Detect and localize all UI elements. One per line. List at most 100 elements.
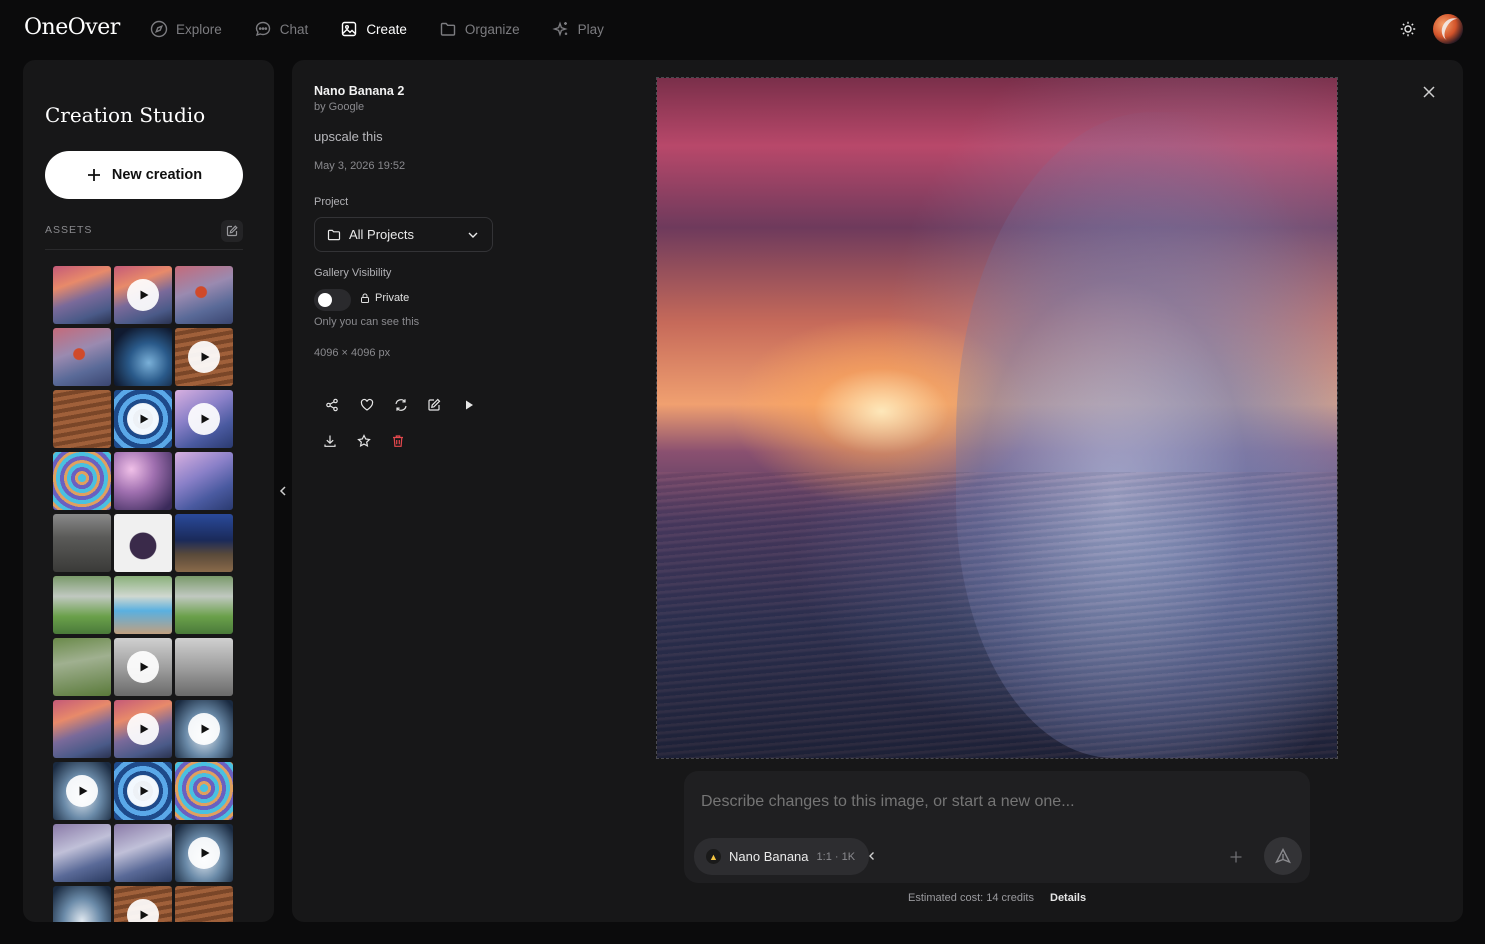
nav-label: Create [366,21,407,37]
avatar[interactable] [1433,14,1463,44]
send-icon [1274,847,1292,865]
edit-icon [226,225,238,237]
banana-icon: ▲ [706,849,721,864]
asset-thumbnail[interactable] [53,390,111,448]
prompt-input[interactable] [701,793,1261,811]
asset-thumbnail[interactable] [53,638,111,696]
asset-thumbnail[interactable] [175,328,233,386]
asset-thumbnail[interactable] [114,452,172,510]
edit-assets-button[interactable] [221,220,243,242]
play-icon [127,403,159,435]
folder-icon [327,228,341,242]
folder-icon [439,20,457,38]
nav-explore[interactable]: Explore [150,20,222,38]
project-select[interactable]: All Projects [314,217,493,252]
download-icon[interactable] [323,434,339,450]
asset-thumbnail[interactable] [53,266,111,324]
asset-thumbnail[interactable] [53,514,111,572]
send-button[interactable] [1264,837,1302,875]
visibility-toggle[interactable] [314,289,351,311]
trash-icon[interactable] [391,434,407,450]
nav-play[interactable]: Play [551,20,604,38]
chevron-left-icon[interactable] [867,850,877,862]
asset-thumbnail[interactable] [114,762,172,820]
creation-sidebar: Creation Studio New creation ASSETS [23,60,274,922]
heart-icon[interactable] [360,398,376,414]
sun-icon[interactable] [1399,20,1417,38]
play-icon [127,651,159,683]
asset-thumbnail[interactable] [114,638,172,696]
generated-image[interactable] [656,77,1338,759]
model-selector-label: Nano Banana [729,849,809,864]
play-icon [188,837,220,869]
model-settings: 1:1 · 1K [816,850,856,863]
new-creation-label: New creation [111,167,203,183]
new-creation-button[interactable]: New creation [45,151,243,199]
asset-thumbnail[interactable] [53,824,111,882]
wave-sunset-image [657,78,1337,758]
nav-create[interactable]: Create [340,20,407,38]
close-button[interactable] [1421,84,1437,100]
asset-thumbnail[interactable] [114,886,172,922]
chevron-down-icon [466,228,480,242]
asset-thumbnail[interactable] [114,824,172,882]
asset-thumbnail[interactable] [175,514,233,572]
asset-thumbnail[interactable] [175,576,233,634]
share-icon[interactable] [325,398,341,414]
visibility-label: Gallery Visibility [314,267,392,279]
asset-thumbnail[interactable] [114,328,172,386]
model-selector[interactable]: ▲ Nano Banana 1:1 · 1K [694,838,870,875]
asset-thumbnail[interactable] [114,390,172,448]
asset-thumbnail[interactable] [114,514,172,572]
plus-icon [1229,850,1243,864]
asset-thumbnail[interactable] [175,638,233,696]
asset-thumbnail[interactable] [53,452,111,510]
chevron-left-icon [278,484,288,498]
play-icon [127,775,159,807]
add-attachment-button[interactable] [1229,850,1243,864]
edit-icon[interactable] [427,398,443,414]
play-icon [188,713,220,745]
nav-label: Play [577,21,604,37]
asset-thumbnail[interactable] [114,266,172,324]
asset-thumbnail[interactable] [175,266,233,324]
asset-grid [53,266,233,922]
star-icon[interactable] [357,434,373,450]
plus-icon [86,167,102,183]
asset-thumbnail[interactable] [175,700,233,758]
asset-thumbnail[interactable] [175,762,233,820]
refresh-icon[interactable] [394,398,410,414]
asset-thumbnail[interactable] [175,452,233,510]
image-dimensions: 4096 × 4096 px [314,347,391,359]
play-icon[interactable] [462,398,478,414]
asset-thumbnail[interactable] [53,700,111,758]
play-icon [127,279,159,311]
nav-label: Organize [464,21,520,37]
model-provider: by Google [314,101,365,113]
asset-thumbnail[interactable] [175,886,233,922]
details-link[interactable]: Details [1050,892,1086,904]
model-name: Nano Banana 2 [314,84,405,98]
estimated-cost: Estimated cost: 14 credits [908,892,1034,904]
asset-thumbnail[interactable] [53,762,111,820]
project-value: All Projects [349,227,415,242]
asset-thumbnail[interactable] [53,886,111,922]
play-icon [66,775,98,807]
visibility-note: Only you can see this [314,316,420,328]
main-nav: Explore Chat Create Organize Play [150,20,636,38]
asset-thumbnail[interactable] [175,824,233,882]
app-logo[interactable]: OneOver [24,15,120,40]
project-label: Project [314,196,349,208]
nav-organize[interactable]: Organize [439,20,520,38]
asset-thumbnail[interactable] [175,390,233,448]
nav-chat[interactable]: Chat [254,20,308,38]
collapse-sidebar-button[interactable] [278,484,288,498]
sparkles-icon [551,20,570,38]
play-icon [188,403,220,435]
close-icon [1421,84,1437,100]
asset-thumbnail[interactable] [114,576,172,634]
asset-thumbnail[interactable] [114,700,172,758]
image-info: Nano Banana 2 by Google upscale this May… [314,84,514,448]
asset-thumbnail[interactable] [53,576,111,634]
asset-thumbnail[interactable] [53,328,111,386]
